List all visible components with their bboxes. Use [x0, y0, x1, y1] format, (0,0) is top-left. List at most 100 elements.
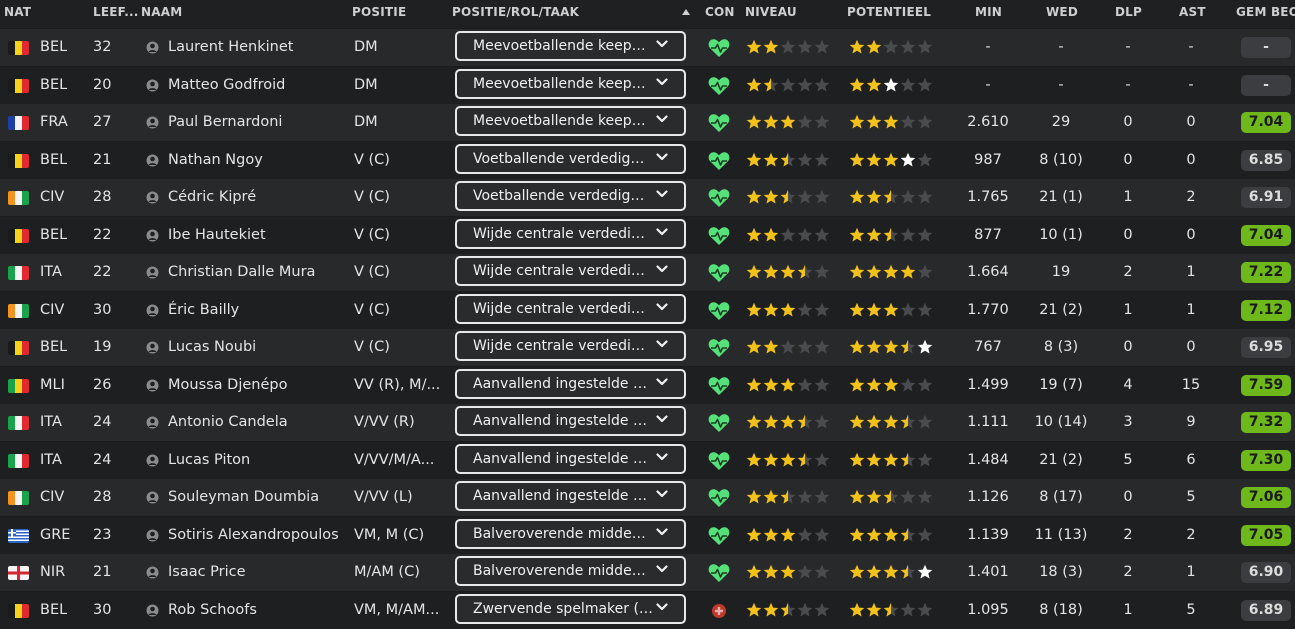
- header-role[interactable]: POSITIE/ROL/TAAK: [452, 5, 579, 19]
- star-full-icon: [746, 189, 762, 204]
- role-dropdown[interactable]: Zwervende spelmaker (Ondersteunen): [455, 593, 686, 624]
- player-name[interactable]: Antonio Candela: [168, 404, 348, 441]
- player-position: VM, M (C): [354, 526, 425, 543]
- role-label: Balveroverende middenvelder (Verdedigen): [473, 563, 653, 579]
- star-full-icon: [780, 377, 796, 391]
- header-niveau[interactable]: NIVEAU: [745, 5, 797, 19]
- star-empty-icon: [780, 77, 796, 91]
- niveau-stars: [746, 114, 830, 132]
- star-half-icon: [797, 452, 813, 466]
- role-dropdown[interactable]: Wijde centrale verdediger (Verdedigen): [455, 293, 686, 324]
- star-full-icon: [746, 302, 762, 316]
- table-row[interactable]: CIV 30 Éric Bailly V (C) Wijde centrale …: [0, 291, 1295, 329]
- role-dropdown[interactable]: Balveroverende middenvelder (Verdedigen): [455, 518, 686, 549]
- average-rating: 6.95: [1241, 337, 1291, 358]
- header-nat[interactable]: NAT: [4, 5, 31, 19]
- player-name[interactable]: Paul Bernardoni: [168, 104, 348, 141]
- table-row[interactable]: BEL 20 Matteo Godfroid DM Meevoetballend…: [0, 66, 1295, 104]
- star-full-icon: [849, 264, 865, 279]
- player-name[interactable]: Christian Dalle Mura: [168, 254, 348, 291]
- role-dropdown[interactable]: Voetballende verdediger (Verdedigen): [455, 181, 686, 211]
- flag-icon: [8, 378, 29, 393]
- role-dropdown[interactable]: Meevoetballende keeper (Verdedigen): [455, 31, 686, 61]
- star-full-icon: [763, 227, 779, 241]
- role-dropdown[interactable]: Voetballende verdediger (Verdedigen): [455, 143, 686, 174]
- player-name[interactable]: Lucas Noubi: [168, 329, 348, 366]
- chevron-down-icon: [656, 115, 668, 123]
- header-min[interactable]: MIN: [975, 5, 1002, 19]
- average-rating: 6.85: [1241, 149, 1291, 171]
- role-dropdown[interactable]: Aanvallend ingestelde vleugelverdediger: [455, 481, 686, 511]
- player-name[interactable]: Cédric Kipré: [168, 179, 348, 216]
- role-label: Wijde centrale verdediger (Verdedigen): [473, 263, 653, 279]
- star-empty-icon: [797, 114, 813, 129]
- table-row[interactable]: ITA 22 Christian Dalle Mura V (C) Wijde …: [0, 254, 1295, 291]
- player-name[interactable]: Matteo Godfroid: [168, 67, 348, 104]
- role-dropdown[interactable]: Meevoetballende keeper (Verdedigen): [455, 68, 686, 99]
- table-row[interactable]: CIV 28 Cédric Kipré V (C) Voetballende v…: [0, 179, 1295, 216]
- table-row[interactable]: BEL 30 Rob Schoofs VM, M/AM... Zwervende…: [0, 591, 1295, 629]
- star-empty-icon: [900, 602, 916, 616]
- role-dropdown[interactable]: Aanvallend ingestelde vleugelverdediger: [455, 406, 686, 436]
- nationality: CIV: [40, 189, 65, 205]
- person-icon-wrap: [146, 154, 159, 167]
- star-full-icon: [849, 302, 865, 316]
- header-ast[interactable]: AST: [1179, 5, 1206, 19]
- header-wed[interactable]: WED: [1046, 5, 1078, 19]
- role-dropdown[interactable]: Meevoetballende keeper (Verdedigen): [455, 106, 686, 136]
- star-full-icon: [866, 227, 882, 241]
- star-full-icon: [849, 114, 865, 129]
- nationality: BEL: [40, 76, 68, 93]
- star-empty-icon: [797, 152, 813, 166]
- minutes: 1.126: [967, 489, 1009, 505]
- table-row[interactable]: CIV 28 Souleyman Doumbia V/VV (L) Aanval…: [0, 479, 1295, 516]
- player-name[interactable]: Nathan Ngoy: [168, 142, 348, 179]
- header-gem[interactable]: GEM BEO: [1236, 5, 1295, 19]
- matches: 8 (3): [1043, 339, 1079, 355]
- heart-icon: [708, 414, 730, 432]
- potentieel-stars: [849, 152, 933, 170]
- player-name[interactable]: Sotiris Alexandropoulos: [168, 517, 348, 554]
- star-full-icon: [866, 264, 882, 279]
- player-name[interactable]: Ibe Hautekiet: [168, 217, 348, 254]
- star-empty-icon: [814, 377, 830, 391]
- header-con[interactable]: CON: [705, 5, 735, 19]
- role-dropdown[interactable]: Wijde centrale verdediger (Verdedigen): [455, 218, 686, 249]
- header-name[interactable]: NAAM: [141, 5, 182, 19]
- role-dropdown[interactable]: Aanvallend ingestelde vleugelverdediger: [455, 443, 686, 474]
- sort-up-icon[interactable]: [682, 9, 690, 15]
- table-row[interactable]: NIR 21 Isaac Price M/AM (C) Balveroveren…: [0, 554, 1295, 591]
- star-empty-icon: [797, 377, 813, 391]
- player-name[interactable]: Moussa Djenépo: [168, 367, 348, 404]
- table-row[interactable]: MLI 26 Moussa Djenépo VV (R), M/... Aanv…: [0, 366, 1295, 404]
- header-position[interactable]: POSITIE: [352, 5, 406, 19]
- player-name[interactable]: Lucas Piton: [168, 442, 348, 479]
- player-name[interactable]: Isaac Price: [168, 554, 348, 591]
- header-age[interactable]: LEEF...: [93, 5, 139, 19]
- assists: 9: [1186, 414, 1196, 430]
- table-row[interactable]: BEL 21 Nathan Ngoy V (C) Voetballende ve…: [0, 141, 1295, 179]
- player-name[interactable]: Souleyman Doumbia: [168, 479, 348, 516]
- age: 32: [93, 39, 112, 55]
- star-empty-icon: [814, 564, 830, 579]
- table-row[interactable]: BEL 32 Laurent Henkinet DM Meevoetballen…: [0, 29, 1295, 66]
- header-dlp[interactable]: DLP: [1115, 5, 1142, 19]
- table-row[interactable]: ITA 24 Antonio Candela V/VV (R) Aanvalle…: [0, 404, 1295, 441]
- role-dropdown[interactable]: Wijde centrale verdediger (Verdedigen): [455, 331, 686, 361]
- star-full-icon: [866, 39, 882, 54]
- player-name[interactable]: Laurent Henkinet: [168, 29, 348, 66]
- player-name[interactable]: Rob Schoofs: [168, 592, 348, 629]
- chevron-down-icon: [656, 490, 668, 498]
- average-rating: 7.05: [1241, 524, 1291, 546]
- table-row[interactable]: BEL 22 Ibe Hautekiet V (C) Wijde central…: [0, 216, 1295, 254]
- player-name[interactable]: Éric Bailly: [168, 292, 348, 329]
- header-potentieel[interactable]: POTENTIEEL: [847, 5, 931, 19]
- table-row[interactable]: BEL 19 Lucas Noubi V (C) Wijde centrale …: [0, 329, 1295, 366]
- table-row[interactable]: FRA 27 Paul Bernardoni DM Meevoetballend…: [0, 104, 1295, 141]
- role-dropdown[interactable]: Wijde centrale verdediger (Verdedigen): [455, 256, 686, 286]
- table-row[interactable]: ITA 24 Lucas Piton V/VV/M/A... Aanvallen…: [0, 441, 1295, 479]
- average-rating: 6.89: [1241, 599, 1291, 621]
- role-dropdown[interactable]: Aanvallend ingestelde vleugelverdediger: [455, 368, 686, 399]
- table-row[interactable]: GRE 23 Sotiris Alexandropoulos VM, M (C)…: [0, 516, 1295, 554]
- role-dropdown[interactable]: Balveroverende middenvelder (Verdedigen): [455, 556, 686, 586]
